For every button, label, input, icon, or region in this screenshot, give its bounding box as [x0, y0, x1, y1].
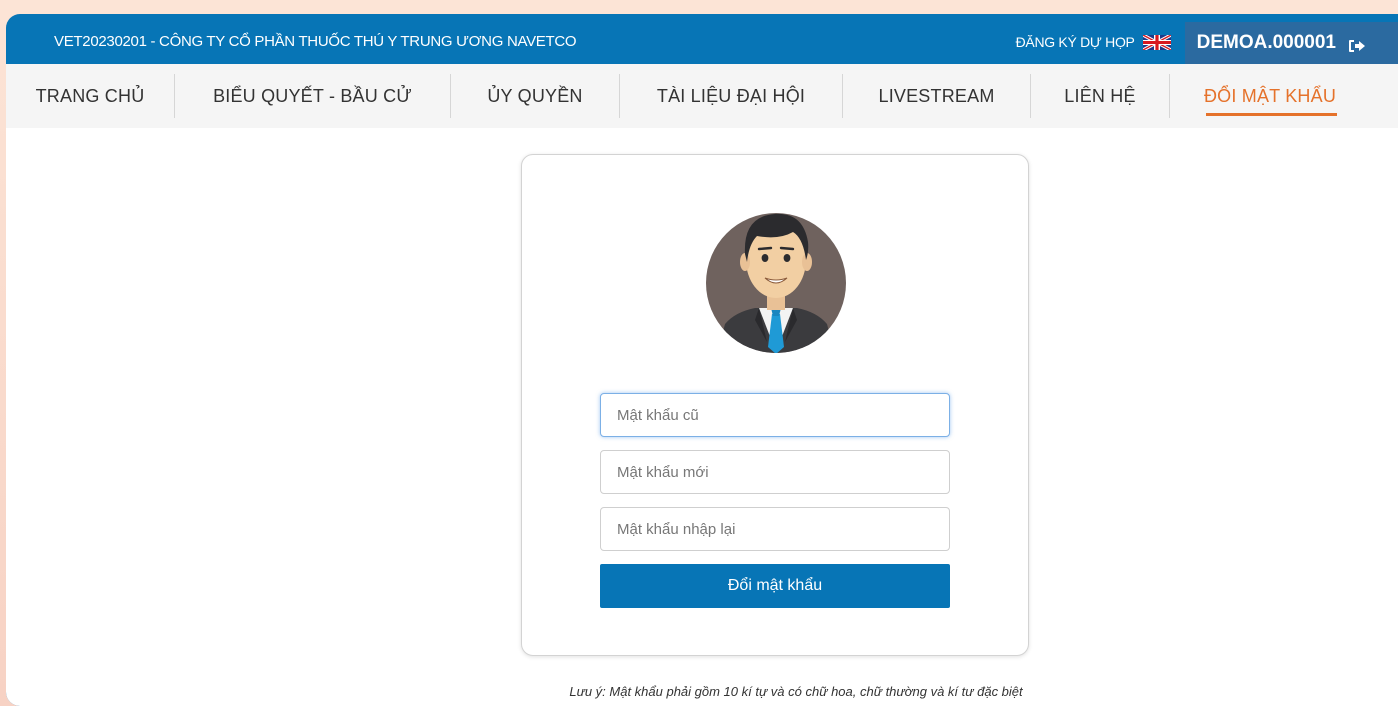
nav-trang-chu[interactable]: TRANG CHỦ	[6, 64, 174, 128]
nav-tai-lieu[interactable]: TÀI LIỆU ĐẠI HỘI	[620, 64, 842, 128]
company-title: VET20230201 - CÔNG TY CỔ PHẦN THUỐC THÚ …	[54, 33, 577, 50]
main-content: Đổi mật khẩu Lưu ý: Mật khẩu phải gồm 10…	[6, 128, 1398, 706]
nav-livestream[interactable]: LIVESTREAM	[843, 64, 1030, 128]
user-account[interactable]: DEMOA.000001	[1184, 22, 1398, 64]
change-password-card: Đổi mật khẩu	[521, 154, 1029, 656]
new-password-input[interactable]	[600, 450, 950, 494]
change-password-button[interactable]: Đổi mật khẩu	[600, 564, 950, 608]
old-password-input[interactable]	[600, 393, 950, 437]
top-bar: VET20230201 - CÔNG TY CỔ PHẦN THUỐC THÚ …	[6, 14, 1398, 64]
nav-label: BIỂU QUYẾT - BẦU CỬ	[213, 85, 412, 106]
sign-out-icon[interactable]	[1348, 39, 1366, 53]
nav-bieu-quyet[interactable]: BIỂU QUYẾT - BẦU CỬ	[175, 64, 450, 128]
app-frame: VET20230201 - CÔNG TY CỔ PHẦN THUỐC THÚ …	[6, 14, 1398, 706]
active-underline	[1206, 113, 1337, 116]
nav-label: LIVESTREAM	[878, 85, 995, 106]
user-avatar-icon	[706, 213, 846, 353]
nav-label: TÀI LIỆU ĐẠI HỘI	[656, 85, 806, 106]
password-rule-note: Lưu ý: Mật khẩu phải gồm 10 kí tự và có …	[569, 684, 1023, 699]
username-label: DEMOA.000001	[1196, 32, 1336, 53]
nav-lien-he[interactable]: LIÊN HỆ	[1031, 64, 1169, 128]
nav-label: ĐỔI MẬT KHẨU	[1203, 85, 1337, 106]
nav-label: ỦY QUYỀN	[487, 85, 583, 106]
main-nav: TRANG CHỦ BIỂU QUYẾT - BẦU CỬ ỦY QUYỀN T…	[6, 64, 1398, 128]
uk-flag-icon[interactable]	[1142, 34, 1171, 50]
confirm-password-input[interactable]	[600, 507, 950, 551]
nav-doi-mat-khau[interactable]: ĐỔI MẬT KHẨU	[1170, 64, 1370, 128]
nav-label: TRANG CHỦ	[35, 85, 145, 106]
top-bar-right: ĐĂNG KÝ DỰ HỌP DEMOA.000001	[1016, 14, 1398, 64]
nav-label: LIÊN HỆ	[1064, 85, 1136, 106]
register-link[interactable]: ĐĂNG KÝ DỰ HỌP	[1016, 34, 1135, 50]
nav-uy-quyen[interactable]: ỦY QUYỀN	[451, 64, 619, 128]
